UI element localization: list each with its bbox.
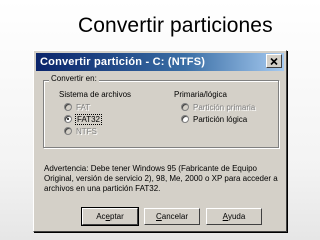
accept-button[interactable]: Ac e ptar (82, 208, 138, 225)
radio-fat-circle[interactable] (64, 103, 72, 111)
cancel-button[interactable]: Cancelar (144, 208, 200, 225)
dialog-titlebar[interactable]: Convertir partición - C: (NTFS) (36, 53, 284, 71)
radio-fat[interactable]: FAT (64, 102, 90, 112)
accept-label-pre: Ac (96, 212, 106, 221)
close-button[interactable] (266, 54, 282, 68)
slide-title: Convertir particiones (78, 14, 273, 37)
filesystem-label: Sistema de archivos (59, 90, 132, 99)
dialog-title: Convertir partición - C: (NTFS) (40, 56, 206, 68)
radio-logical-partition[interactable]: Partición lógica (181, 114, 247, 124)
radio-ntfs-circle[interactable] (64, 127, 72, 135)
radio-ntfs[interactable]: NTFS (64, 126, 97, 136)
radio-logical-circle[interactable] (181, 115, 189, 123)
cancel-label-post: ancelar (161, 212, 189, 221)
radio-primary-circle[interactable] (181, 103, 189, 111)
partition-type-label: Primaria/lógica (174, 90, 227, 99)
radio-logical-label: Partición lógica (193, 114, 248, 124)
convert-to-group: Convertir en: Sistema de archivos FAT FA… (43, 74, 279, 148)
radio-fat32-circle[interactable] (64, 115, 72, 123)
radio-primary-partition[interactable]: Partición primaria (181, 102, 255, 112)
radio-fat32[interactable]: FAT32 (64, 113, 102, 125)
warning-text: Advertencia: Debe tener Windows 95 (Fabr… (44, 164, 278, 193)
group-label: Convertir en: (49, 74, 99, 83)
radio-primary-label: Partición primaria (193, 102, 256, 112)
radio-ntfs-label: NTFS (76, 126, 97, 136)
help-button[interactable]: Ayuda (206, 208, 262, 225)
help-label-post: yuda (227, 212, 246, 221)
close-icon (270, 57, 278, 65)
radio-fat32-label: FAT32 (75, 113, 102, 125)
convert-partition-dialog: Convertir partición - C: (NTFS) Converti… (33, 50, 287, 232)
accept-label-post: ptar (110, 212, 124, 221)
radio-fat-label: FAT (76, 102, 91, 112)
